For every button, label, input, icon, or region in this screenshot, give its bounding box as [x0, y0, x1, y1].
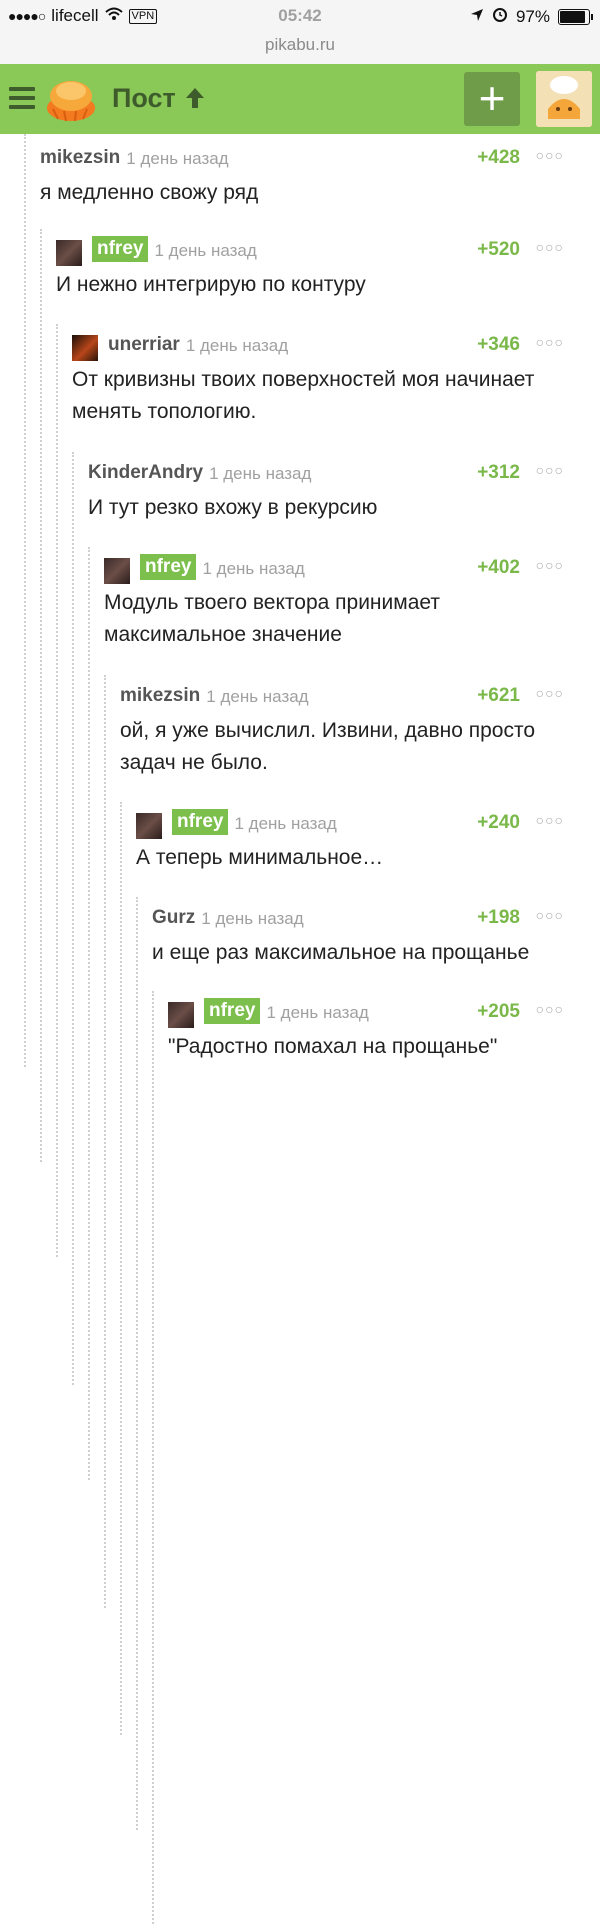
- avatar[interactable]: [168, 1002, 194, 1028]
- comment: unerriar 1 день назад +346 ○○○ От кривизны т…: [72, 334, 600, 428]
- comment-header: mikezsin 1 день назад +621 ○○○: [120, 685, 600, 711]
- comment-header: mikezsin 1 день назад +428 ○○○: [40, 147, 600, 173]
- comment-thread: mikezsin 1 день назад +428 ○○○ я медленно св…: [0, 134, 600, 1924]
- thread-line: [136, 897, 138, 1830]
- comment-time: 1 день назад: [234, 814, 337, 833]
- comment-author[interactable]: KinderAndry: [88, 462, 203, 484]
- comment-text: Модуль твоего вектора принимает максимал…: [104, 591, 440, 646]
- comment-time: 1 день назад: [126, 149, 229, 168]
- thread-line: [24, 134, 26, 1067]
- url-bar[interactable]: pikabu.ru: [0, 34, 600, 64]
- comment-time: 1 день назад: [185, 336, 289, 355]
- arrow-up-icon[interactable]: [184, 86, 206, 117]
- comment-text: "Радостно помахал на прощанье": [168, 1035, 498, 1058]
- comment-author[interactable]: nfrey: [92, 236, 149, 262]
- comment-time: 1 день назад: [154, 241, 257, 260]
- more-dots-icon[interactable]: ○○○: [536, 147, 564, 163]
- comment-text: и еще раз максимальное на прощанье: [152, 941, 530, 964]
- location-arrow-icon: [470, 7, 484, 27]
- comment-author[interactable]: mikezsin: [120, 685, 200, 707]
- battery-fill: [560, 10, 586, 23]
- more-dots-icon[interactable]: ○○○: [536, 239, 564, 255]
- comment-rating: +520: [477, 239, 520, 260]
- thread-line: [120, 802, 122, 1735]
- more-dots-icon[interactable]: ○○○: [536, 812, 564, 828]
- status-right: 97%: [470, 6, 593, 27]
- more-dots-icon[interactable]: ○○○: [536, 907, 564, 923]
- comment: mikezsin 1 день назад +621 ○○○ ой, я уже выч…: [120, 685, 600, 779]
- comment-header: Gurz 1 день назад +198 ○○○: [152, 907, 600, 933]
- comment-header: nfrey 1 день назад +402 ○○○: [104, 554, 600, 584]
- comment-author[interactable]: unerriar: [108, 334, 180, 356]
- page-title: Пост: [112, 83, 176, 113]
- user-avatar[interactable]: [536, 71, 592, 127]
- comment-rating: +205: [477, 1001, 520, 1022]
- more-dots-icon[interactable]: ○○○: [536, 334, 564, 350]
- more-dots-icon[interactable]: ○○○: [536, 557, 564, 573]
- comment-header: nfrey 1 день назад +205 ○○○: [168, 998, 600, 1028]
- comment-author[interactable]: nfrey: [172, 809, 229, 835]
- thread-line: [88, 547, 90, 1480]
- comment: nfrey 1 день назад +205 ○○○ "Радостно помаха…: [168, 998, 600, 1063]
- avatar[interactable]: [72, 335, 98, 361]
- thread-line: [152, 991, 154, 1924]
- app-header: Пост +: [0, 64, 600, 134]
- alarm-icon: [492, 6, 508, 27]
- comment-header: nfrey 1 день назад +240 ○○○: [136, 809, 600, 839]
- comment-rating: +346: [477, 334, 520, 355]
- comment-time: 1 день назад: [201, 909, 304, 928]
- comment: KinderAndry 1 день назад +312 ○○○ И тут резк…: [88, 462, 600, 524]
- avatar[interactable]: [104, 558, 130, 584]
- thread-line: [72, 452, 74, 1385]
- comment-rating: +312: [477, 462, 520, 483]
- comment-rating: +402: [477, 557, 520, 578]
- comment-author[interactable]: mikezsin: [40, 147, 120, 169]
- battery-percent: 97%: [515, 6, 550, 26]
- status-bar: ●●●●○ lifecell VPN 05:42 97%: [0, 0, 600, 34]
- comment-header: nfrey 1 день назад +520 ○○○: [56, 236, 600, 266]
- comment-time: 1 день назад: [209, 464, 312, 483]
- comment-text: И тут резко вхожу в рекурсию: [88, 496, 378, 519]
- thread-line: [40, 229, 42, 1162]
- comment-rating: +428: [477, 147, 520, 168]
- comment-time: 1 день назад: [266, 1003, 369, 1022]
- avatar[interactable]: [136, 813, 162, 839]
- thread-line: [104, 675, 106, 1608]
- comment: Gurz 1 день назад +198 ○○○ и еще раз максима…: [152, 907, 600, 969]
- more-dots-icon[interactable]: ○○○: [536, 685, 564, 701]
- comment-rating: +240: [477, 812, 520, 833]
- comment: nfrey 1 день назад +520 ○○○ И нежно интегрир…: [56, 236, 600, 301]
- comment: nfrey 1 день назад +240 ○○○ А теперь минимал…: [136, 809, 600, 874]
- thread-line: [56, 324, 58, 1257]
- more-dots-icon[interactable]: ○○○: [536, 1001, 564, 1017]
- battery-icon: [558, 8, 593, 25]
- comment-text: И нежно интегрирую по контуру: [56, 273, 366, 296]
- avatar[interactable]: [56, 240, 82, 266]
- comment-text: От кривизны твоих поверхностей моя начин…: [72, 368, 535, 423]
- more-dots-icon[interactable]: ○○○: [536, 462, 564, 478]
- comment-time: 1 день назад: [202, 559, 305, 578]
- comment-time: 1 день назад: [206, 687, 309, 706]
- comment-text: ой, я уже вычислил. Извини, давно просто…: [120, 719, 536, 774]
- comment-rating: +621: [477, 685, 520, 706]
- hamburger-icon[interactable]: [9, 87, 35, 109]
- comment-header: unerriar 1 день назад +346 ○○○: [72, 334, 600, 361]
- plus-icon[interactable]: +: [464, 72, 520, 126]
- comment: mikezsin 1 день назад +428 ○○○ я медленно св…: [40, 147, 600, 209]
- comment-author[interactable]: Gurz: [152, 907, 195, 929]
- comment: nfrey 1 день назад +402 ○○○ Модуль твоего ве…: [104, 554, 600, 651]
- comment-text: А теперь минимальное…: [136, 846, 384, 869]
- comment-author[interactable]: nfrey: [204, 998, 261, 1024]
- comment-author[interactable]: nfrey: [140, 554, 197, 580]
- comment-text: я медленно свожу ряд: [40, 181, 259, 204]
- comment-header: KinderAndry 1 день назад +312 ○○○: [88, 462, 600, 488]
- pikabu-logo[interactable]: [44, 73, 98, 127]
- comment-rating: +198: [477, 907, 520, 928]
